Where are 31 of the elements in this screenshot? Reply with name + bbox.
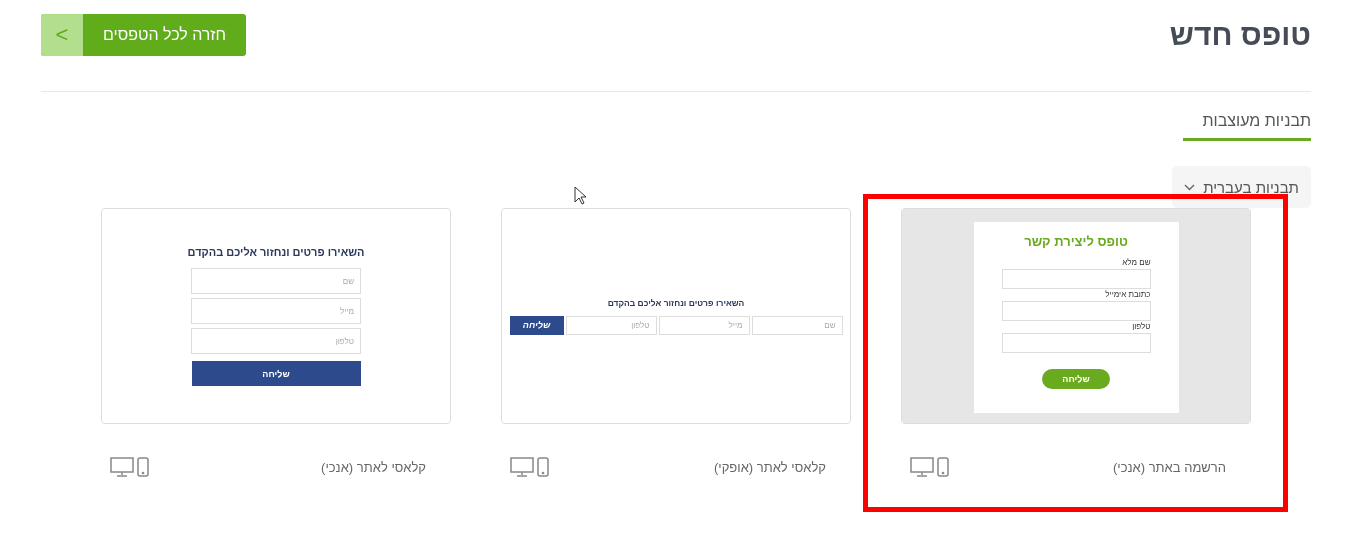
- input-field: שם: [751, 315, 843, 335]
- desktop-icon: [910, 457, 934, 477]
- phone-icon: [937, 457, 949, 477]
- template-card[interactable]: טופס ליצירת קשר שם מלא כתובת אימייל טלפון שליחה: [901, 208, 1251, 424]
- page-title: טופס חדש: [1169, 18, 1311, 52]
- form-title: השאירו פרטים ונחזור אליכם בהקדם: [607, 297, 745, 308]
- cursor-icon: [574, 186, 586, 205]
- input-field: שם: [191, 268, 361, 294]
- template-name: הרשמה באתר (אנכי): [1113, 459, 1226, 475]
- template-name: קלאסי לאתר (אנכי): [321, 459, 426, 475]
- input-field: טלפון: [565, 315, 657, 335]
- template-card[interactable]: השאירו פרטים ונחזור אליכם בהקדם שם מייל טלפון שליחה: [101, 208, 451, 424]
- field-label: כתובת אימייל: [1104, 290, 1151, 299]
- template-name: קלאסי לאתר (אופקי): [714, 459, 826, 475]
- field-label: טלפון: [1131, 322, 1151, 331]
- form-title: השאירו פרטים ונחזור אליכם בהקדם: [187, 246, 365, 258]
- input-field: מייל: [658, 315, 750, 335]
- phone-icon: [537, 457, 549, 477]
- desktop-icon: [110, 457, 134, 477]
- tab[interactable]: תבניות מעוצבות: [1183, 112, 1311, 141]
- field-label: שם מלא: [1121, 258, 1151, 267]
- form-title: טופס ליצירת קשר: [1024, 234, 1128, 249]
- phone-icon: [137, 457, 149, 477]
- input-field: מייל: [191, 298, 361, 324]
- input-field: טלפון: [191, 328, 361, 354]
- desktop-icon: [510, 457, 534, 477]
- submit-button: שליחה: [191, 361, 361, 386]
- chevron-icon: [1184, 183, 1196, 191]
- template-card[interactable]: השאירו פרטים ונחזור אליכם בהקדם שם מייל טלפון שליחה: [501, 208, 851, 424]
- submit-button: שליחה: [509, 315, 564, 335]
- submit-button: שליחה: [1042, 369, 1110, 389]
